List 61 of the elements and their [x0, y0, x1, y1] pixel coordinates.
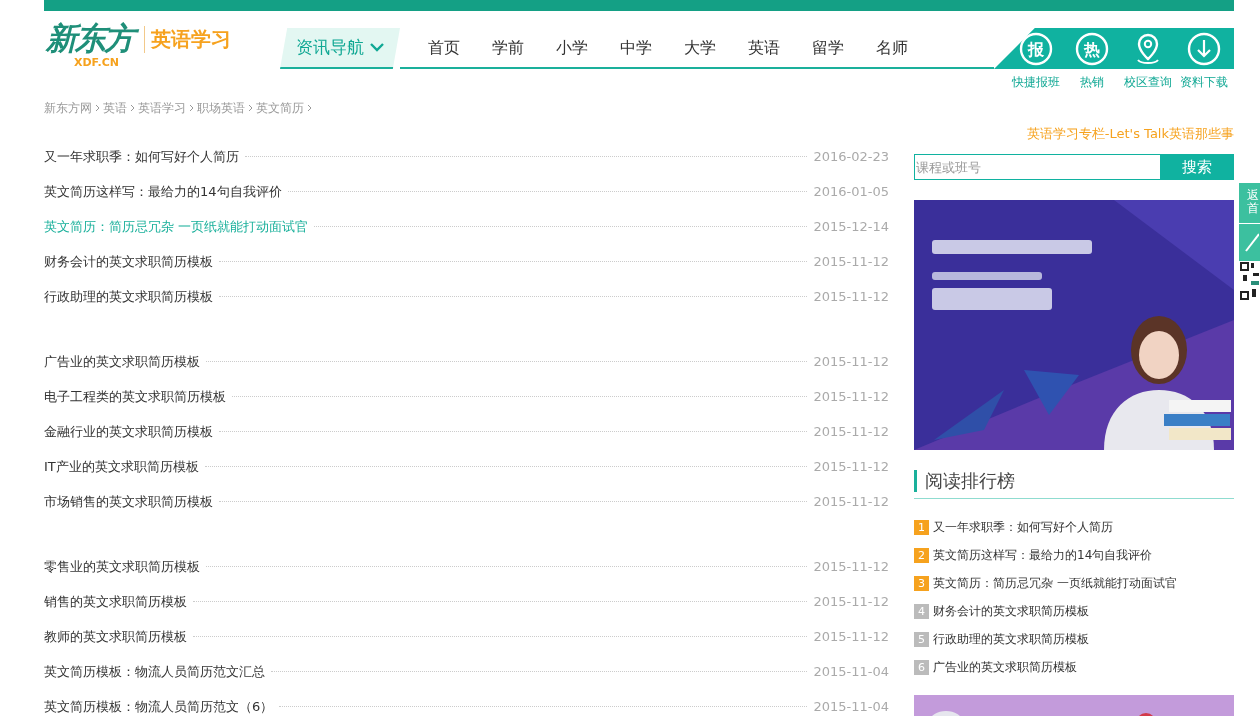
download-icon[interactable]: [1187, 32, 1221, 66]
article-link[interactable]: 英文简历模板：物流人员简历范文汇总: [44, 662, 265, 681]
article-date: 2015-11-12: [813, 594, 889, 609]
article-link[interactable]: 教师的英文求职简历模板: [44, 627, 187, 646]
article-link[interactable]: 零售业的英文求职简历模板: [44, 557, 200, 576]
chevron-right-icon: [248, 104, 253, 112]
chevron-down-icon: [370, 43, 384, 52]
article-date: 2016-01-05: [813, 184, 889, 199]
nav-link[interactable]: 学前: [476, 28, 540, 69]
article-link[interactable]: 市场销售的英文求职简历模板: [44, 492, 213, 511]
rank-number: 2: [914, 547, 929, 563]
ranking-link[interactable]: 广告业的英文求职简历模板: [933, 658, 1077, 676]
article-date: 2015-11-12: [813, 254, 889, 269]
nav-link[interactable]: 名师: [860, 28, 924, 69]
article-date: 2015-11-12: [813, 289, 889, 304]
article-date: 2015-11-04: [813, 664, 889, 679]
chevron-right-icon: [189, 104, 194, 112]
rank-number: 4: [914, 603, 929, 619]
ranking-link[interactable]: 又一年求职季：如何写好个人简历: [933, 518, 1113, 536]
article-date: 2016-02-23: [813, 149, 889, 164]
rank-number: 5: [914, 631, 929, 647]
article-date: 2015-12-14: [813, 219, 889, 234]
rank-number: 6: [914, 659, 929, 675]
ranking-link[interactable]: 财务会计的英文求职简历模板: [933, 602, 1089, 620]
rank-number: 3: [914, 575, 929, 591]
chevron-right-icon: [95, 104, 100, 112]
chevron-right-icon: [307, 104, 312, 112]
section-heading: 阅读排行榜: [914, 470, 1015, 492]
ranking-link[interactable]: 英文简历：简历忌冗杂 一页纸就能打动面试官: [933, 574, 1177, 592]
nav-link[interactable]: 中学: [604, 28, 668, 69]
article-link[interactable]: 销售的英文求职简历模板: [44, 592, 187, 611]
logo-domain: XDF.CN: [74, 57, 119, 68]
article-link[interactable]: 广告业的英文求职简历模板: [44, 352, 200, 371]
article-link[interactable]: 英文简历这样写：最给力的14句自我评价: [44, 182, 282, 201]
logo-text[interactable]: 新东方: [44, 19, 139, 57]
ranking-link[interactable]: 行政助理的英文求职简历模板: [933, 630, 1089, 648]
article-link[interactable]: IT产业的英文求职简历模板: [44, 457, 199, 476]
article-link[interactable]: 又一年求职季：如何写好个人简历: [44, 147, 239, 166]
nav-link[interactable]: 英语: [732, 28, 796, 69]
nav-link[interactable]: 小学: [540, 28, 604, 69]
article-date: 2015-11-12: [813, 354, 889, 369]
article-date: 2015-11-12: [813, 494, 889, 509]
article-date: 2015-11-12: [813, 629, 889, 644]
article-link[interactable]: 电子工程类的英文求职简历模板: [44, 387, 226, 406]
article-link[interactable]: 金融行业的英文求职简历模板: [44, 422, 213, 441]
article-link[interactable]: 财务会计的英文求职简历模板: [44, 252, 213, 271]
ranking-link[interactable]: 英文简历这样写：最给力的14句自我评价: [933, 546, 1153, 564]
chevron-right-icon: [130, 104, 135, 112]
nav-link[interactable]: 首页: [412, 28, 476, 69]
article-date: 2015-11-12: [813, 459, 889, 474]
article-date: 2015-11-12: [813, 559, 889, 574]
search-field[interactable]: 课程或班号: [914, 154, 1160, 180]
article-link[interactable]: 行政助理的英文求职简历模板: [44, 287, 213, 306]
nav-link[interactable]: 大学: [668, 28, 732, 69]
article-date: 2015-11-04: [813, 699, 889, 714]
article-date: 2015-11-12: [813, 424, 889, 439]
rank-number: 1: [914, 519, 929, 535]
qr-code-icon[interactable]: [1239, 261, 1260, 301]
article-link[interactable]: 英文简历模板：物流人员简历范文（6）: [44, 697, 274, 716]
article-date: 2015-11-12: [813, 389, 889, 404]
nav-link[interactable]: 留学: [796, 28, 860, 69]
